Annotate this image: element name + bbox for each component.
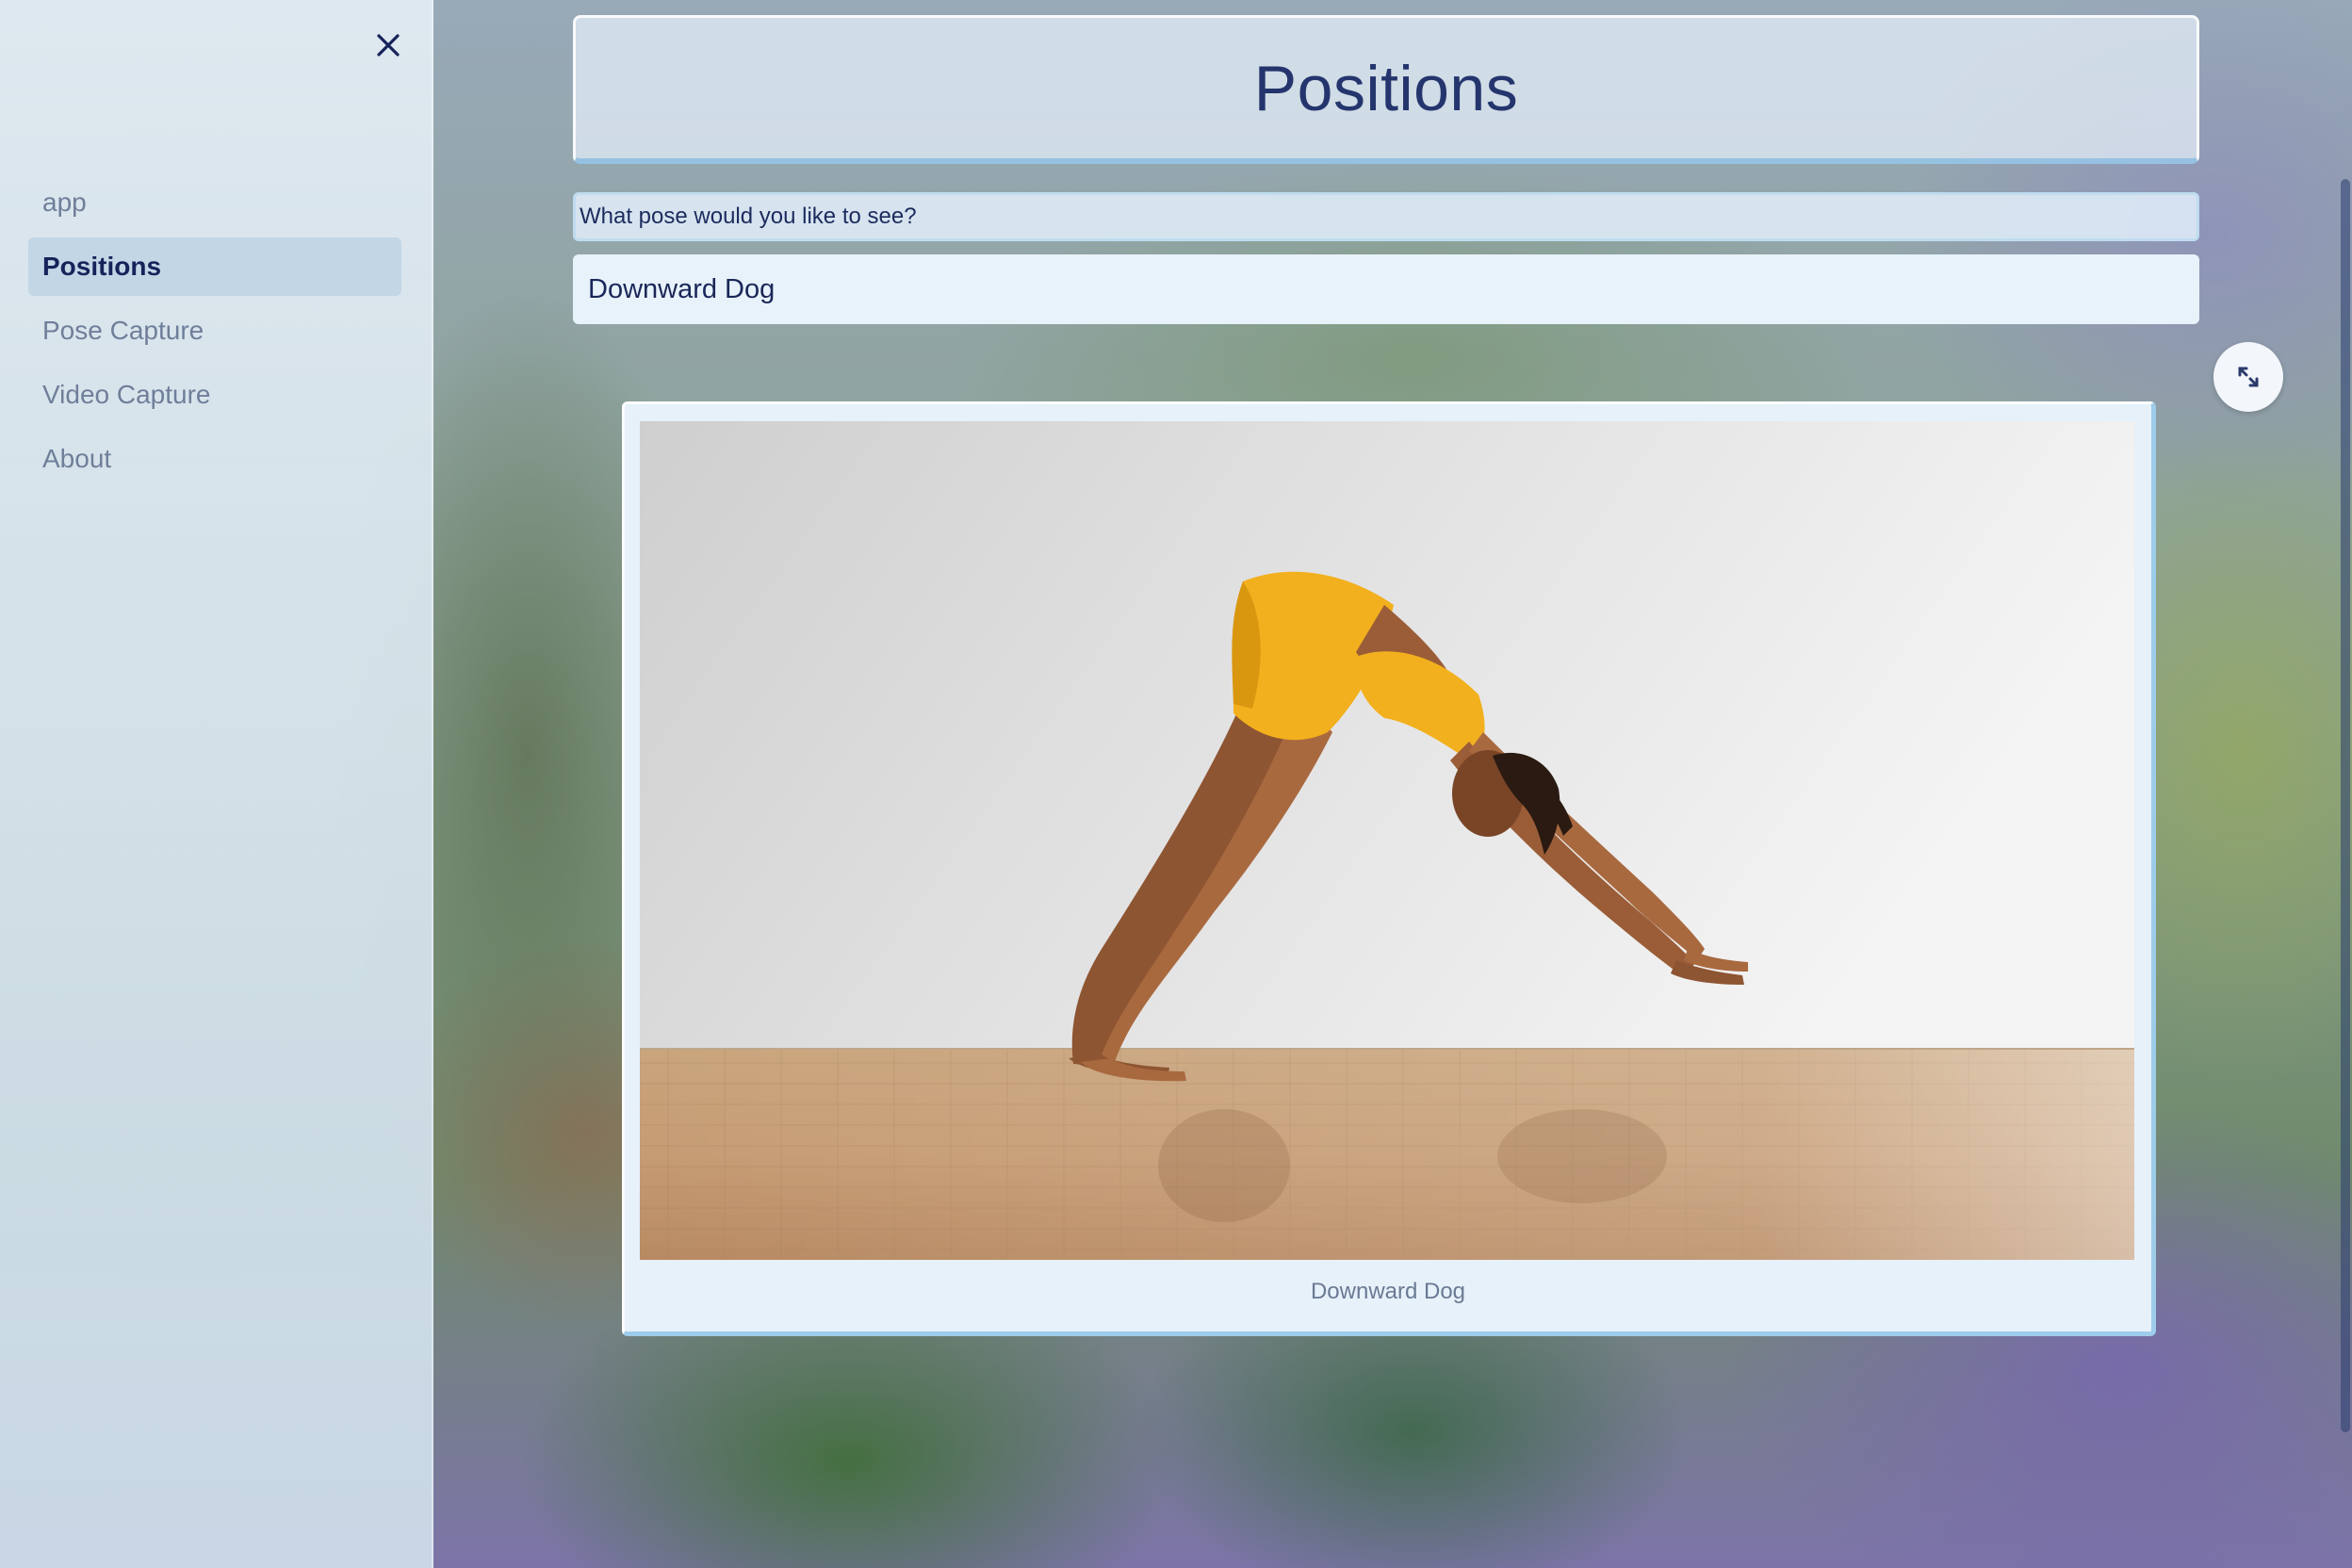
- sidebar-item-positions[interactable]: Positions: [28, 237, 401, 296]
- sidebar-item-app[interactable]: app: [28, 173, 401, 232]
- pose-select-label: What pose would you like to see?: [573, 192, 2199, 241]
- sidebar-item-label: app: [42, 188, 87, 217]
- pose-image-card: Downward Dog: [622, 401, 2156, 1336]
- page-header: Positions: [573, 15, 2199, 164]
- sidebar-item-label: Pose Capture: [42, 316, 204, 345]
- pose-select-value: Downward Dog: [588, 273, 776, 304]
- pose-photo-illustration: [640, 421, 2134, 1260]
- image-caption: Downward Dog: [1310, 1279, 1466, 1304]
- fullscreen-icon: [2238, 367, 2259, 387]
- close-sidebar-button[interactable]: [369, 26, 407, 64]
- pose-image: [640, 421, 2134, 1260]
- close-icon: [377, 34, 400, 57]
- page-scrollbar[interactable]: [2341, 179, 2350, 1432]
- sidebar-item-pose-capture[interactable]: Pose Capture: [28, 302, 401, 360]
- sidebar-item-label: Positions: [42, 252, 162, 281]
- pose-select[interactable]: Downward Dog: [573, 254, 2199, 324]
- fullscreen-button[interactable]: [2213, 342, 2283, 412]
- sidebar-item-video-capture[interactable]: Video Capture: [28, 366, 401, 424]
- sidebar: app Positions Pose Capture Video Capture…: [0, 0, 433, 1568]
- sidebar-item-label: About: [42, 444, 112, 473]
- page-title: Positions: [1253, 52, 1519, 124]
- sidebar-nav: app Positions Pose Capture Video Capture…: [28, 173, 401, 494]
- sidebar-item-about[interactable]: About: [28, 430, 401, 488]
- sidebar-item-label: Video Capture: [42, 380, 211, 409]
